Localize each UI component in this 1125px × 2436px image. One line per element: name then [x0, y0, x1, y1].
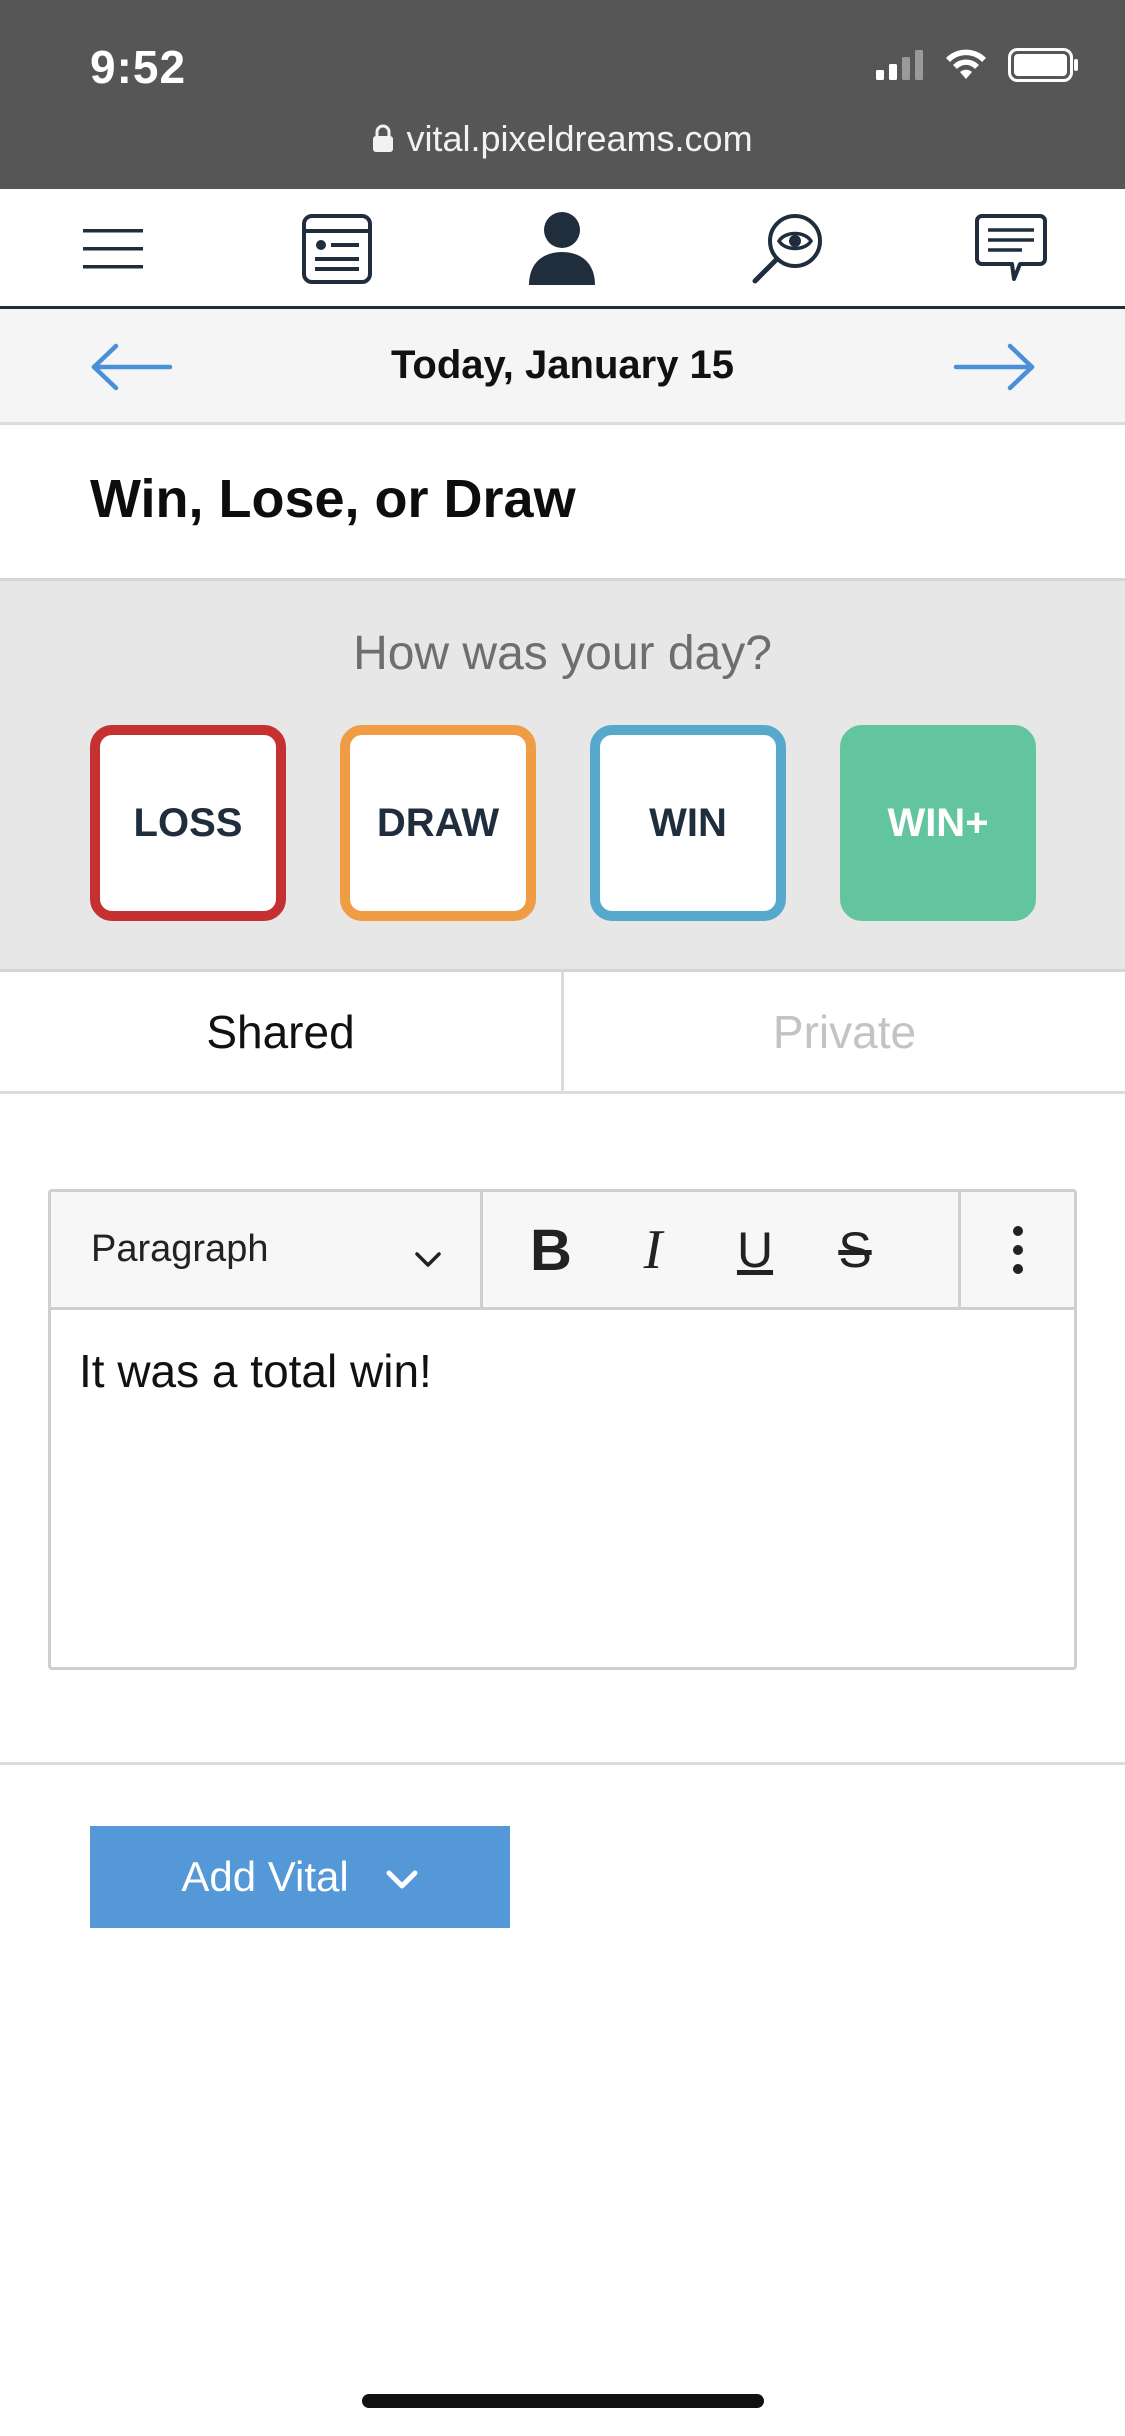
underline-button[interactable]: U — [717, 1212, 793, 1288]
block-format-value: Paragraph — [91, 1228, 269, 1270]
editor-content[interactable]: It was a total win! — [79, 1344, 432, 1398]
rating-loss-button[interactable]: LOSS — [90, 725, 286, 921]
italic-button[interactable]: I — [615, 1212, 691, 1288]
rating-question: How was your day? — [353, 627, 772, 680]
visibility-tabs: Shared Private — [0, 972, 1125, 1094]
tab-private[interactable]: Private — [564, 972, 1125, 1091]
strikethrough-button[interactable]: S — [817, 1212, 893, 1288]
search-eye-icon[interactable] — [742, 207, 832, 291]
menu-icon[interactable] — [68, 207, 158, 291]
chevron-down-icon — [385, 1853, 419, 1901]
clock: 9:52 — [90, 41, 187, 93]
next-day-arrow-icon[interactable] — [950, 337, 1040, 397]
url-text: vital.pixeldreams.com — [406, 118, 753, 159]
signal-icon — [876, 50, 924, 85]
card-icon[interactable] — [292, 207, 382, 291]
status-bar: 9:52 vital.pixeldreams.com — [0, 0, 1125, 189]
bold-button[interactable]: B — [513, 1212, 589, 1288]
chevron-down-icon — [414, 1236, 442, 1279]
wifi-icon — [944, 49, 988, 86]
rating-win-button[interactable]: WIN — [590, 725, 786, 921]
messages-icon[interactable] — [966, 207, 1056, 291]
add-vital-label: Add Vital — [181, 1853, 349, 1900]
block-format-select[interactable]: Paragraph — [51, 1192, 483, 1307]
day-rating-panel: How was your day? LOSS DRAW WIN WIN+ — [0, 578, 1125, 972]
rich-text-editor: Paragraph B I U S It was a total win! — [48, 1189, 1077, 1670]
add-vital-button[interactable]: Add Vital — [90, 1826, 510, 1928]
url-bar[interactable]: vital.pixeldreams.com — [0, 118, 1125, 162]
battery-icon — [1008, 48, 1080, 87]
tab-shared[interactable]: Shared — [0, 972, 564, 1091]
lock-icon — [372, 120, 394, 162]
system-icons — [876, 48, 1080, 87]
rating-win-plus-button[interactable]: WIN+ — [840, 725, 1036, 921]
home-indicator — [362, 2394, 764, 2408]
more-options-icon[interactable] — [958, 1192, 1074, 1307]
divider — [0, 1762, 1125, 1765]
rating-draw-button[interactable]: DRAW — [340, 725, 536, 921]
editor-toolbar: Paragraph B I U S — [51, 1192, 1074, 1310]
top-nav — [0, 189, 1125, 309]
date-bar: Today, January 15 — [0, 309, 1125, 425]
profile-icon[interactable] — [517, 207, 607, 291]
section-title: Win, Lose, or Draw — [90, 469, 576, 529]
